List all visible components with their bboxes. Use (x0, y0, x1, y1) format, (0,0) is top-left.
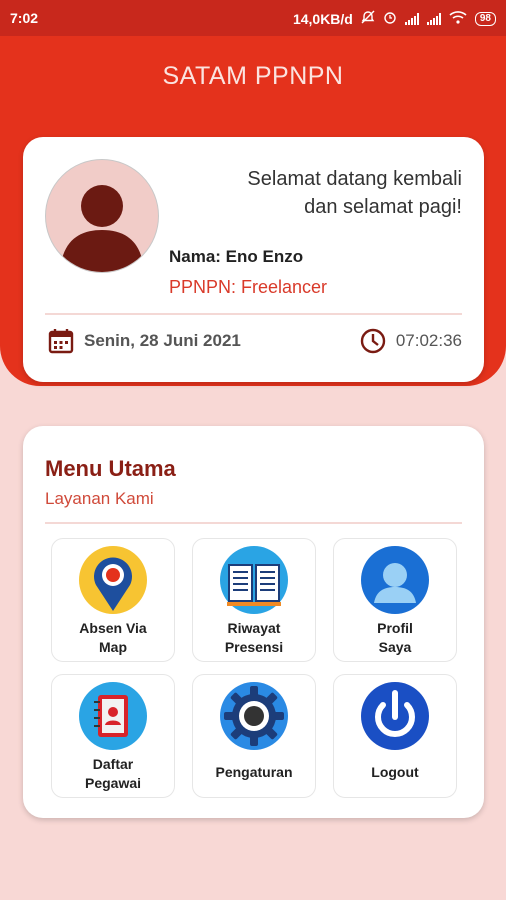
network-speed: 14,0KB/d (292, 10, 353, 27)
menu-subtitle: Layanan Kami (45, 489, 154, 508)
menu-riwayat-presensi[interactable]: Riwayat Presensi (192, 538, 316, 662)
welcome-card: Selamat datang kembali dan selamat pagi!… (23, 137, 484, 382)
menu-divider (45, 522, 462, 524)
book-icon (220, 546, 288, 614)
mute-icon (361, 10, 375, 27)
menu-title: Menu Utama (45, 456, 176, 481)
gear-icon (220, 682, 288, 750)
map-pin-icon (79, 546, 147, 614)
signal-4g-icon (426, 12, 441, 25)
menu-logout[interactable]: Logout (333, 674, 457, 798)
time-row: 07:02:36 (360, 328, 462, 354)
menu-label: Daftar Pegawai (84, 756, 142, 791)
user-role: PPNPN: Freelancer (169, 277, 328, 297)
greeting-text: Selamat datang kembali dan selamat pagi! (247, 165, 462, 221)
user-name: Nama: Eno Enzo (169, 247, 304, 266)
divider (45, 313, 462, 315)
avatar[interactable] (45, 159, 159, 273)
menu-label: Profil Saya (377, 620, 413, 655)
calendar-icon (48, 329, 74, 354)
clock-icon (360, 328, 386, 354)
profile-icon (361, 546, 429, 614)
app-title: SATAM PPNPN (162, 62, 344, 90)
greeting-line-1: Selamat datang kembali (247, 168, 462, 190)
alarm-icon (383, 10, 397, 27)
menu-absen-via-map[interactable]: Absen Via Map (51, 538, 175, 662)
wifi-icon (449, 10, 467, 27)
contacts-book-icon (79, 682, 147, 750)
status-time: 7:02 (10, 10, 39, 26)
greeting-line-2: dan selamat pagi! (304, 196, 462, 218)
clock-text: 07:02:36 (395, 331, 462, 350)
menu-label: Pengaturan (215, 764, 293, 780)
status-bar: 7:02 14,0KB/d 98 (0, 0, 506, 36)
date-row: Senin, 28 Juni 2021 (48, 328, 241, 354)
menu-pengaturan[interactable]: Pengaturan (192, 674, 316, 798)
menu-label: Logout (371, 764, 419, 780)
signal-icon (404, 12, 419, 25)
battery-icon: 98 (474, 11, 496, 26)
main-menu-card: Menu Utama Layanan Kami Absen Via Map Riw… (23, 426, 484, 818)
power-icon (361, 682, 429, 750)
user-silhouette-icon (60, 185, 144, 272)
menu-profil-saya[interactable]: Profil Saya (333, 538, 457, 662)
menu-label: Absen Via Map (79, 620, 147, 655)
date-text: Senin, 28 Juni 2021 (84, 331, 241, 350)
menu-label: Riwayat Presensi (224, 620, 284, 655)
menu-daftar-pegawai[interactable]: Daftar Pegawai (51, 674, 175, 798)
